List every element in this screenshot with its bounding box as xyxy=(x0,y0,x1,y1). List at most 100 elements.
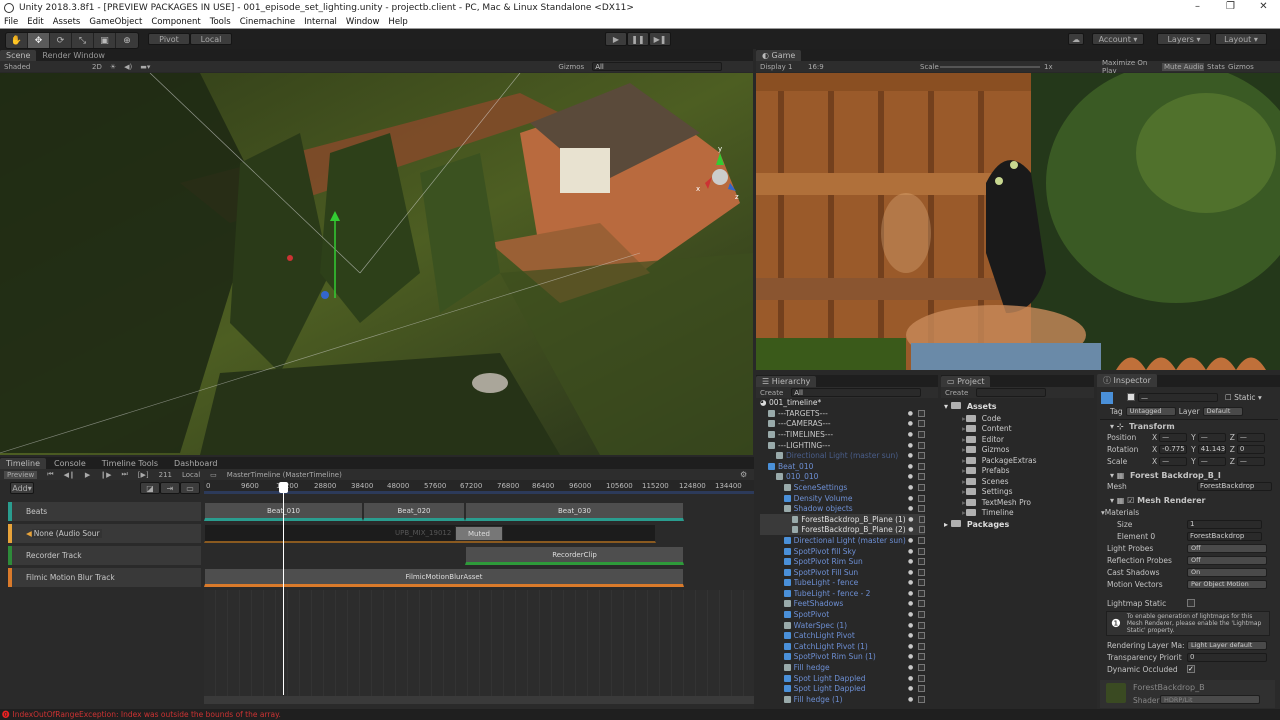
pickability-toggle[interactable] xyxy=(918,526,925,534)
menu-tools[interactable]: Tools xyxy=(210,17,231,27)
project-folder[interactable]: ▸ Code xyxy=(962,413,1092,424)
timeline-selector-icon[interactable]: ▭ xyxy=(210,471,217,479)
pickability-toggle[interactable] xyxy=(918,441,925,449)
pickability-toggle[interactable] xyxy=(918,621,925,629)
lightmap-static-checkbox[interactable] xyxy=(1187,599,1195,607)
position-x[interactable]: — xyxy=(1159,432,1188,442)
materials-foldout[interactable]: ▾ Materials xyxy=(1097,506,1139,518)
hierarchy-item[interactable]: SpotPivot fill Sky ● xyxy=(760,546,925,557)
pickability-toggle[interactable] xyxy=(918,611,925,619)
project-folder[interactable]: ▸ TextMesh Pro xyxy=(962,497,1092,508)
tab-inspector[interactable]: ⓘ Inspector xyxy=(1097,374,1157,387)
goto-end-icon[interactable]: ⏭ xyxy=(121,470,127,479)
timeline-local-toggle[interactable]: Local xyxy=(182,471,200,479)
stats-toggle[interactable]: Stats xyxy=(1204,63,1228,71)
visibility-icon[interactable]: ● xyxy=(908,548,913,555)
hierarchy-item[interactable]: TubeLight - fence ● xyxy=(760,578,925,589)
pivot-toggle[interactable]: Pivot xyxy=(148,33,190,45)
menu-component[interactable]: Component xyxy=(151,17,200,27)
pickability-toggle[interactable] xyxy=(918,642,925,650)
tab-hierarchy[interactable]: ☰ Hierarchy xyxy=(756,376,817,387)
visibility-icon[interactable]: ● xyxy=(908,442,913,449)
layer-dropdown[interactable]: Default xyxy=(1202,406,1243,416)
hierarchy-item[interactable]: 010_010 ● xyxy=(760,472,925,483)
visibility-icon[interactable]: ● xyxy=(908,643,913,650)
goto-start-icon[interactable]: ⏮ xyxy=(47,470,53,479)
play-icon[interactable]: ▶ xyxy=(85,471,90,479)
tab-console[interactable]: Console xyxy=(46,458,94,469)
pickability-toggle[interactable] xyxy=(918,473,925,481)
gameobject-name-input[interactable]: — xyxy=(1138,393,1218,402)
active-checkbox[interactable] xyxy=(1127,393,1135,401)
visibility-icon[interactable]: ● xyxy=(908,622,913,629)
hierarchy-item[interactable]: Directional Light (master sun) ● xyxy=(760,450,925,461)
menu-cinemachine[interactable]: Cinemachine xyxy=(240,17,295,27)
visibility-icon[interactable]: ● xyxy=(908,420,913,427)
visibility-icon[interactable]: ● xyxy=(908,685,913,692)
scene-search-input[interactable]: All xyxy=(592,62,723,71)
pickability-toggle[interactable] xyxy=(918,579,925,587)
tab-game[interactable]: ◐ Game xyxy=(756,50,802,61)
project-folder[interactable]: ▸ Timeline xyxy=(962,508,1092,519)
track-recorder[interactable]: Recorder Track xyxy=(8,546,201,565)
pickability-toggle[interactable] xyxy=(918,409,925,417)
hierarchy-item[interactable]: ForestBackdrop_B_Plane (1) ● xyxy=(760,513,925,525)
pickability-toggle[interactable] xyxy=(918,568,925,576)
hierarchy-item[interactable]: FeetShadows ● xyxy=(760,599,925,610)
hierarchy-item[interactable]: CatchLight Pivot (1) ● xyxy=(760,641,925,652)
visibility-icon[interactable]: ● xyxy=(908,526,913,533)
hand-tool-icon[interactable]: ✋ xyxy=(6,33,28,48)
position-z[interactable]: — xyxy=(1236,432,1265,442)
hierarchy-item[interactable]: Fill hedge (1) ● xyxy=(760,694,925,705)
effects-toggle-icon[interactable]: ▬▾ xyxy=(140,63,150,71)
project-folder[interactable]: ▸ Editor xyxy=(962,434,1092,445)
hierarchy-item[interactable]: TubeLight - fence - 2 ● xyxy=(760,588,925,599)
shading-dropdown[interactable]: Shaded xyxy=(4,63,84,71)
pickability-toggle[interactable] xyxy=(918,462,925,470)
hierarchy-item[interactable]: SpotPivot ● xyxy=(760,609,925,620)
shader-dropdown[interactable]: HDRP/Lit xyxy=(1160,695,1260,704)
packages-folder[interactable]: ▸ Packages xyxy=(944,520,1009,529)
track-label[interactable]: None (Audio Sour xyxy=(31,529,102,538)
visibility-icon[interactable]: ● xyxy=(908,537,913,544)
2d-toggle[interactable]: 2D xyxy=(92,63,102,71)
menu-window[interactable]: Window xyxy=(346,17,380,27)
pickability-toggle[interactable] xyxy=(918,589,925,597)
light-probes-dropdown[interactable]: Off xyxy=(1187,543,1267,553)
project-folder[interactable]: ▸ Scenes xyxy=(962,476,1092,487)
scale-slider[interactable] xyxy=(940,65,1040,68)
gizmos-dropdown[interactable]: Gizmos xyxy=(558,63,584,71)
clip-recorder[interactable]: RecorderClip xyxy=(465,546,684,565)
scene-view[interactable]: y x z xyxy=(0,73,753,455)
markers-toggle-icon[interactable]: ▭ xyxy=(180,482,200,494)
size-field[interactable]: 1 xyxy=(1187,519,1262,529)
game-gizmos-dropdown[interactable]: Gizmos xyxy=(1228,63,1258,71)
project-folder[interactable]: ▸ Content xyxy=(962,424,1092,435)
track-filmic-blur[interactable]: Filmic Motion Blur Track xyxy=(8,568,201,587)
pickability-toggle[interactable] xyxy=(918,653,925,661)
hierarchy-item[interactable]: Directional Light (master sun) ● xyxy=(760,535,925,546)
element0-field[interactable]: ForestBackdrop xyxy=(1187,531,1262,541)
visibility-icon[interactable]: ● xyxy=(908,484,913,491)
tab-timeline-tools[interactable]: Timeline Tools xyxy=(94,458,166,469)
menu-assets[interactable]: Assets xyxy=(53,17,81,27)
scale-y[interactable]: — xyxy=(1197,456,1226,466)
transparency-field[interactable]: 0 xyxy=(1187,652,1267,662)
close-button[interactable]: ✕ xyxy=(1247,0,1280,16)
pickability-toggle[interactable] xyxy=(918,674,925,682)
status-bar[interactable]: ⓿ IndexOutOfRangeException: Index was ou… xyxy=(0,709,1280,720)
visibility-icon[interactable]: ● xyxy=(908,516,913,523)
play-range-icon[interactable]: [▶] xyxy=(138,471,149,479)
hierarchy-item[interactable]: ---TIMELINES--- ● xyxy=(760,429,925,440)
rendering-layer-dropdown[interactable]: Light Layer default xyxy=(1187,640,1267,650)
hierarchy-item[interactable]: Beat_010 ● xyxy=(760,461,925,472)
mesh-field[interactable]: ForestBackdrop xyxy=(1197,481,1272,491)
hierarchy-item[interactable]: WaterSpec (1) ● xyxy=(760,620,925,631)
mesh-renderer-header[interactable]: ▾ ▦ ☑ Mesh Renderer xyxy=(1100,494,1206,506)
dynamic-occluded-checkbox[interactable]: ✓ xyxy=(1187,665,1195,673)
hierarchy-item[interactable]: Fill hedge ● xyxy=(760,662,925,673)
layout-dropdown[interactable]: Layout ▾ xyxy=(1215,33,1267,45)
hierarchy-item[interactable]: Density Volume ● xyxy=(760,493,925,504)
playhead-handle[interactable] xyxy=(279,482,288,493)
hierarchy-item[interactable]: SpotPivot Rim Sun (1) ● xyxy=(760,652,925,663)
